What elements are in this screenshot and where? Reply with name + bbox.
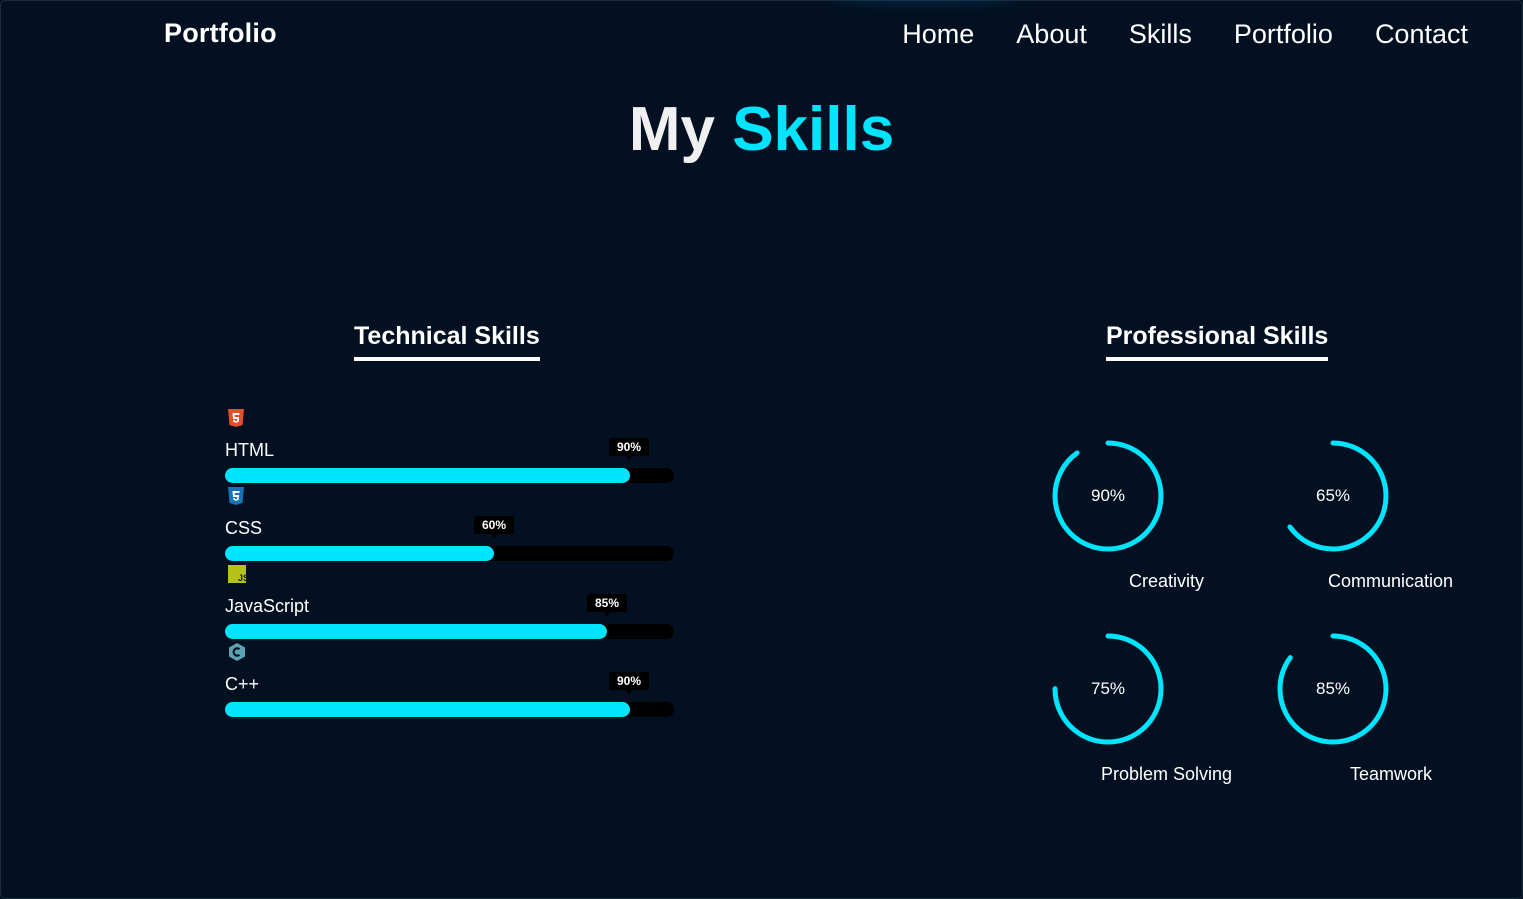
- ring-percent: 65%: [1315, 486, 1351, 505]
- page-title: My Skills: [0, 94, 1523, 165]
- ring-skill-problem-solving: 75% Problem Solving: [1052, 633, 1252, 793]
- css3-icon: [227, 486, 247, 506]
- ring-label: Problem Solving: [1101, 764, 1233, 784]
- ring-skill-creativity: 90% Creativity: [1052, 440, 1252, 600]
- ring-label: Communication: [1328, 571, 1454, 591]
- ring-label: Creativity: [1129, 571, 1205, 591]
- ring-percent: 90%: [1090, 486, 1126, 505]
- ring-label: Teamwork: [1350, 764, 1433, 784]
- nav-link-about[interactable]: About: [1016, 19, 1087, 50]
- html5-icon: [227, 408, 247, 428]
- ring-percent: 85%: [1315, 679, 1351, 698]
- nav-link-skills[interactable]: Skills: [1129, 19, 1192, 50]
- skill-progress-track: [225, 546, 674, 561]
- skill-name: CSS: [225, 518, 263, 538]
- cplusplus-icon: [227, 642, 247, 662]
- skill-progress-fill: [225, 702, 630, 717]
- nav-link-contact[interactable]: Contact: [1375, 19, 1468, 50]
- nav-link-portfolio[interactable]: Portfolio: [1234, 19, 1333, 50]
- skill-percent-tooltip: 85%: [586, 594, 628, 617]
- logo[interactable]: Portfolio: [164, 18, 277, 49]
- javascript-icon: JS: [227, 564, 249, 584]
- skill-progress-track: [225, 624, 674, 639]
- svg-text:JS: JS: [238, 573, 247, 583]
- nav-link-home[interactable]: Home: [902, 19, 974, 50]
- skill-progress-fill: [225, 468, 630, 483]
- skill-javascript: JS JavaScript 85%: [225, 564, 674, 642]
- page-title-my: My: [628, 95, 715, 164]
- skill-name: HTML: [225, 440, 274, 460]
- page-title-skills: Skills: [732, 95, 895, 164]
- navbar: Portfolio Home About Skills Portfolio Co…: [0, 0, 1523, 70]
- ring-skill-communication: 65% Communication: [1277, 440, 1477, 600]
- skill-html: HTML 90%: [225, 408, 674, 486]
- skill-percent-tooltip: 90%: [608, 438, 650, 461]
- skill-progress-fill: [225, 546, 494, 561]
- skill-percent-tooltip: 60%: [473, 516, 515, 539]
- skill-progress-track: [225, 468, 674, 483]
- skill-name: C++: [225, 674, 260, 694]
- professional-skills-heading: Professional Skills: [1106, 322, 1329, 361]
- skill-progress-track: [225, 702, 674, 717]
- skill-css: CSS 60%: [225, 486, 674, 564]
- nav-links: Home About Skills Portfolio Contact: [902, 19, 1468, 50]
- skill-percent-tooltip: 90%: [608, 672, 650, 695]
- ring-percent: 75%: [1090, 679, 1126, 698]
- skill-cplusplus: C++ 90%: [225, 642, 674, 720]
- ring-skill-teamwork: 85% Teamwork: [1277, 633, 1477, 793]
- technical-skills-heading: Technical Skills: [354, 322, 540, 361]
- skill-progress-fill: [225, 624, 607, 639]
- skill-name: JavaScript: [225, 596, 310, 616]
